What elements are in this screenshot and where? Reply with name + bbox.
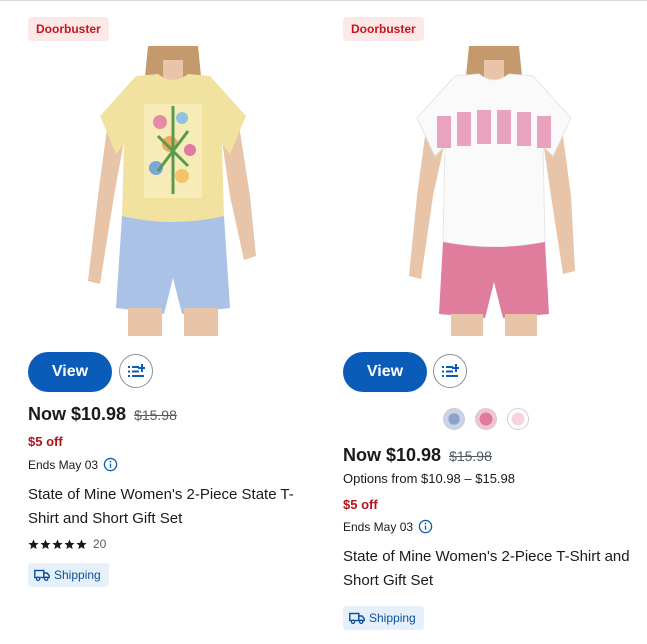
current-price: Now $10.98 [343, 445, 442, 465]
add-to-list-icon [442, 364, 459, 377]
color-swatch[interactable] [475, 408, 497, 430]
savings-text: $5 off [28, 434, 63, 449]
product-title[interactable]: State of Mine Women's 2-Piece State T-Sh… [28, 483, 308, 531]
current-price: Now $10.98 [28, 404, 127, 424]
price-options: Options from $10.98 – $15.98 [343, 471, 516, 486]
shipping-label: Shipping [54, 568, 101, 582]
product-image[interactable] [399, 46, 589, 336]
deal-end-label: Ends May 03 [343, 519, 414, 534]
product-card: Doorbuster View [28, 0, 338, 644]
shipping-badge: Shipping [343, 606, 424, 630]
rating: 20 [28, 537, 106, 551]
truck-icon [349, 612, 365, 624]
doorbuster-badge: Doorbuster [28, 17, 109, 41]
color-swatch[interactable] [443, 408, 465, 430]
product-title[interactable]: State of Mine Women's 2-Piece T-Shirt an… [343, 545, 635, 593]
star-icon [40, 538, 51, 549]
star-icon [28, 538, 39, 549]
add-to-list-button[interactable] [119, 354, 153, 388]
add-to-list-icon [128, 364, 145, 377]
deal-end-date: Ends May 03 [343, 519, 433, 534]
add-to-list-button[interactable] [433, 354, 467, 388]
star-icon [76, 538, 87, 549]
savings-text: $5 off [343, 497, 378, 512]
deal-end-label: Ends May 03 [28, 457, 99, 472]
product-image[interactable] [78, 46, 268, 336]
view-button[interactable]: View [343, 352, 427, 392]
info-icon[interactable] [103, 457, 118, 472]
view-button[interactable]: View [28, 352, 112, 392]
price-row: Now $10.98 $15.98 [28, 404, 177, 425]
deal-end-date: Ends May 03 [28, 457, 118, 472]
shipping-label: Shipping [369, 611, 416, 625]
shipping-badge: Shipping [28, 563, 109, 587]
doorbuster-badge: Doorbuster [343, 17, 424, 41]
color-swatches [443, 408, 529, 430]
star-icon [64, 538, 75, 549]
info-icon[interactable] [418, 519, 433, 534]
star-icon [52, 538, 63, 549]
original-price: $15.98 [449, 448, 492, 464]
color-swatch[interactable] [507, 408, 529, 430]
product-card: Doorbuster View [343, 0, 647, 644]
star-rating [28, 538, 87, 550]
original-price: $15.98 [134, 407, 177, 423]
review-count[interactable]: 20 [93, 537, 106, 551]
truck-icon [34, 569, 50, 581]
price-row: Now $10.98 $15.98 [343, 445, 492, 466]
